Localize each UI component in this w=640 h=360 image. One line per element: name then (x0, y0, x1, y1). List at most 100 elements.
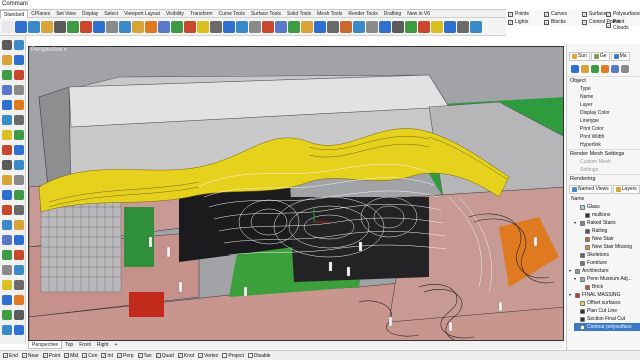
toolbar-tool-icon[interactable] (392, 20, 404, 33)
toolbar-tool-icon[interactable] (288, 20, 300, 33)
osnap-vertex[interactable]: ✓ Vertex (198, 353, 218, 359)
toolbar-tool-icon[interactable] (275, 20, 287, 33)
left-tool-icon[interactable] (14, 40, 24, 50)
expand-icon[interactable]: ▾ (569, 267, 573, 275)
toolbar-tool-icon[interactable] (470, 20, 482, 33)
property-page-icon[interactable] (581, 65, 589, 73)
left-tool-icon[interactable] (14, 160, 24, 170)
tab-cplanes[interactable]: CPlanes (28, 10, 53, 18)
layer-row[interactable]: Brick (579, 283, 603, 291)
checkbox[interactable]: ✓ (544, 19, 549, 25)
left-tool-icon[interactable] (14, 265, 24, 275)
property-page-icon[interactable] (591, 65, 599, 73)
tab-drafting[interactable]: Drafting (381, 10, 405, 18)
osnap-project[interactable]: Project (222, 353, 244, 359)
left-tool-icon[interactable] (14, 145, 24, 155)
toolbar-tool-icon[interactable] (171, 20, 183, 33)
rendering-section-header[interactable]: Rendering (567, 174, 640, 183)
layer-color-swatch[interactable] (585, 244, 590, 250)
filter-points[interactable]: ✓ Points (508, 11, 529, 17)
toolbar-tool-icon[interactable] (93, 20, 105, 33)
layer-color-swatch[interactable] (580, 300, 585, 306)
filter-curves[interactable]: ✓ Curves (544, 11, 567, 17)
checkbox[interactable]: ✓ (177, 353, 183, 358)
layer-row[interactable]: ▾ Raked Stairs (574, 219, 616, 227)
layer-row[interactable]: New Stair Missing (579, 243, 632, 251)
toolbar-tool-icon[interactable] (418, 20, 430, 33)
checkbox[interactable]: ✓ (137, 353, 143, 358)
left-tool-icon[interactable] (14, 190, 24, 200)
left-tool-icon[interactable] (14, 325, 24, 335)
left-tool-icon[interactable] (14, 220, 24, 230)
left-tool-icon[interactable] (2, 310, 12, 320)
left-tool-icon[interactable] (2, 205, 12, 215)
left-tool-icon[interactable] (14, 310, 24, 320)
toolbar-tool-icon[interactable] (145, 20, 157, 33)
left-tool-icon[interactable] (2, 295, 12, 305)
left-tool-icon[interactable] (2, 175, 12, 185)
toolbar-tool-icon[interactable] (366, 20, 378, 33)
toolbar-tool-icon[interactable] (262, 20, 274, 33)
toolbar-tool-icon[interactable] (353, 20, 365, 33)
left-tool-icon[interactable] (14, 70, 24, 80)
osnap-quad[interactable]: ✓ Quad (155, 353, 174, 359)
toolbar-tool-icon[interactable] (197, 20, 209, 33)
layer-color-swatch[interactable] (580, 324, 585, 330)
toolbar-tool-icon[interactable] (431, 20, 443, 33)
property-page-icon[interactable] (611, 65, 619, 73)
osnap-mid[interactable]: ✓ Mid (64, 353, 78, 359)
viewport-tab-front[interactable]: Front (76, 341, 94, 349)
layer-row[interactable]: mullions (579, 211, 610, 219)
checkbox[interactable]: ✓ (508, 19, 513, 25)
tab-new-in-v6[interactable]: New in V6 (404, 10, 433, 18)
left-tool-icon[interactable] (2, 85, 12, 95)
tab-select[interactable]: Select (101, 10, 121, 18)
viewport-title[interactable]: Perspective ▾ (28, 46, 70, 54)
checkbox[interactable]: ✓ (42, 353, 48, 358)
toolbar-tool-icon[interactable] (54, 20, 66, 33)
osnap-tan[interactable]: ✓ Tan (137, 353, 152, 359)
toolbar-tool-icon[interactable] (249, 20, 261, 33)
left-tool-icon[interactable] (2, 40, 12, 50)
osnap-knot[interactable]: ✓ Knot (177, 353, 194, 359)
tab-surface-tools[interactable]: Surface Tools (248, 10, 284, 18)
left-tool-icon[interactable] (2, 325, 12, 335)
filter-polysurfaces[interactable]: ✓ Polysurfaces (606, 11, 640, 17)
left-tool-icon[interactable] (14, 205, 24, 215)
viewport-tab-[interactable]: + (112, 341, 121, 349)
property-page-icon[interactable] (601, 65, 609, 73)
left-tool-icon[interactable] (14, 295, 24, 305)
checkbox[interactable] (247, 353, 253, 358)
osnap-disable[interactable]: Disable (247, 353, 271, 359)
layer-row[interactable]: ▾ FINAL MASSING (569, 291, 620, 299)
command-input[interactable] (28, 1, 504, 8)
layer-row[interactable]: Contour polysurface (574, 323, 640, 331)
render-mesh-custom-mesh[interactable]: Custom Mesh (580, 158, 611, 166)
toolbar-tool-icon[interactable] (2, 20, 14, 33)
toolbar-tool-icon[interactable] (236, 20, 248, 33)
layer-color-swatch[interactable] (580, 260, 585, 266)
toolbar-tool-icon[interactable] (457, 20, 469, 33)
checkbox[interactable]: ✓ (582, 11, 587, 17)
filter-blocks[interactable]: ✓ Blocks (544, 19, 566, 25)
render-mesh-settings[interactable]: Settings (580, 166, 598, 174)
toolbar-tool-icon[interactable] (184, 20, 196, 33)
toolbar-tool-icon[interactable] (41, 20, 53, 33)
toolbar-tool-icon[interactable] (132, 20, 144, 33)
toolbar-tool-icon[interactable] (223, 20, 235, 33)
toolbar-tool-icon[interactable] (444, 20, 456, 33)
tab-standard[interactable]: Standard (0, 10, 29, 18)
panel-tab-ma[interactable]: Ma (610, 52, 630, 61)
checkbox[interactable]: ✓ (544, 11, 549, 17)
osnap-point[interactable]: ✓ Point (42, 353, 60, 359)
toolbar-tool-icon[interactable] (327, 20, 339, 33)
layer-row[interactable]: New Stair (579, 235, 614, 243)
toolbar-tool-icon[interactable] (405, 20, 417, 33)
expand-icon[interactable]: ▾ (574, 219, 578, 227)
left-tool-icon[interactable] (2, 115, 12, 125)
filter-lights[interactable]: ✓ Lights (508, 19, 528, 25)
layer-row[interactable]: Plan Cut Line (574, 307, 617, 315)
toolbar-tool-icon[interactable] (28, 20, 40, 33)
checkbox[interactable]: ✓ (155, 353, 161, 358)
checkbox[interactable]: ✓ (606, 22, 611, 28)
